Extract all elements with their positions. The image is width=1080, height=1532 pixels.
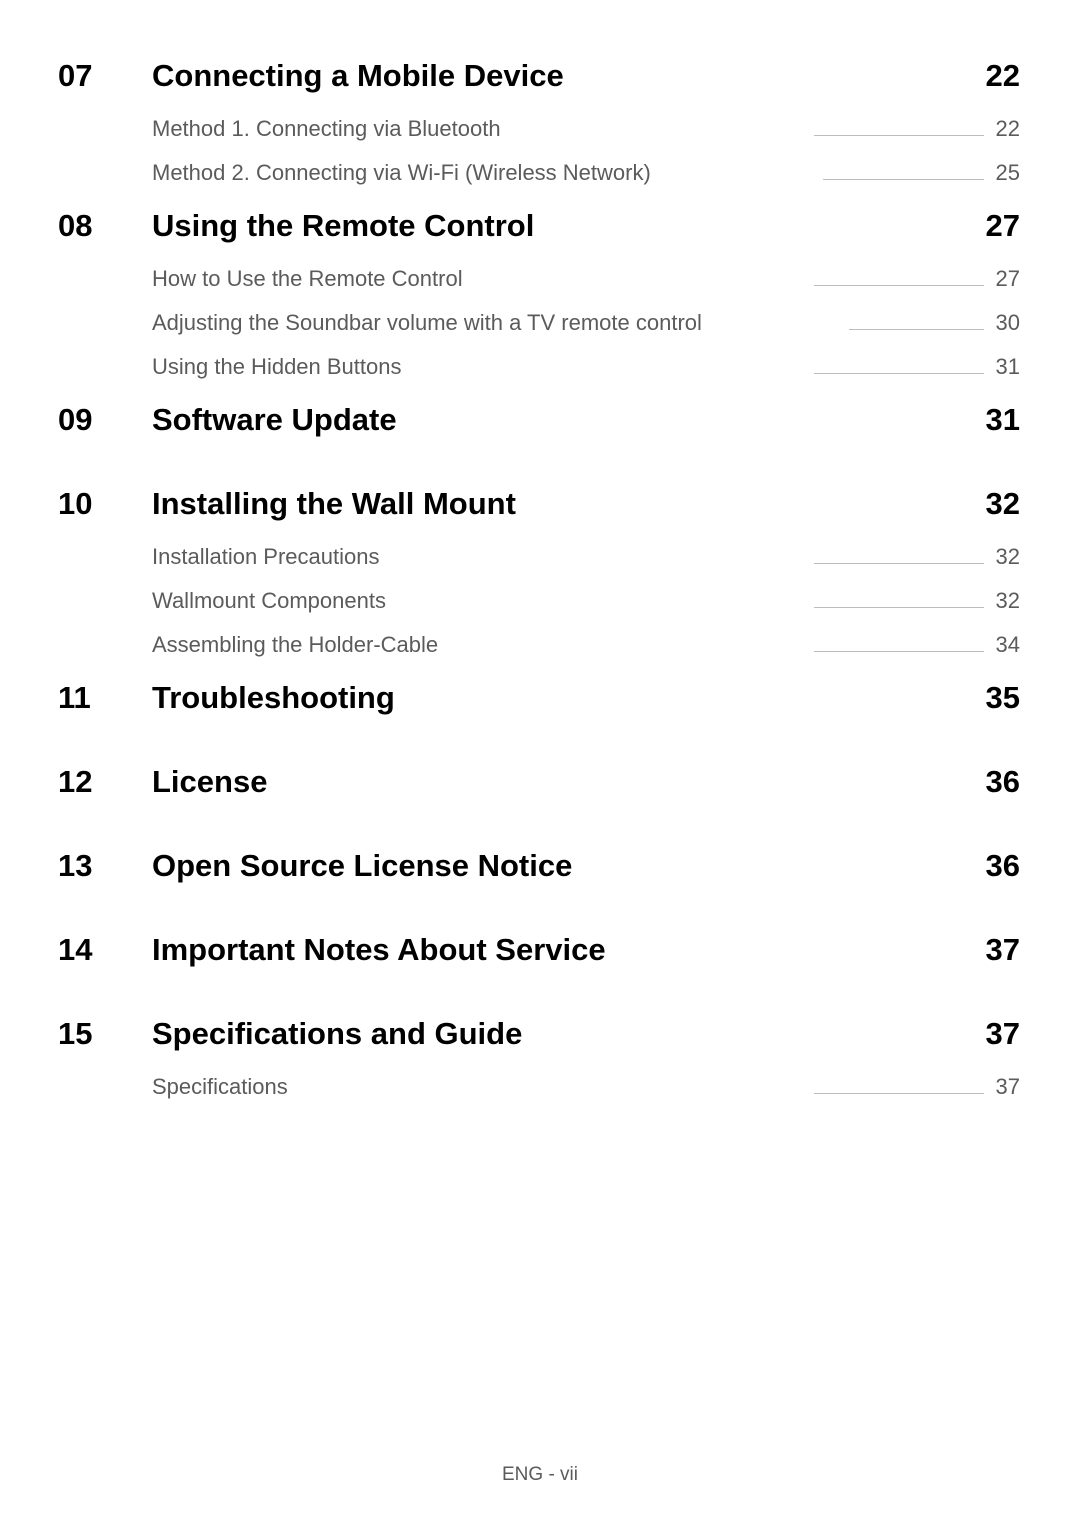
- section-header[interactable]: 07Connecting a Mobile Device22: [58, 58, 1020, 94]
- section-header[interactable]: 12License36: [58, 764, 1020, 800]
- section-title: Using the Remote Control: [152, 208, 986, 244]
- toc-section: 10Installing the Wall Mount32Installatio…: [58, 486, 1020, 658]
- section-page: 37: [986, 1016, 1020, 1052]
- sub-item[interactable]: Specifications 37: [152, 1074, 1020, 1100]
- section-page: 35: [986, 680, 1020, 716]
- section-page: 22: [986, 58, 1020, 94]
- section-header[interactable]: 09Software Update31: [58, 402, 1020, 438]
- sub-item-page: 27: [984, 266, 1020, 292]
- toc-section: 09Software Update31: [58, 402, 1020, 464]
- section-header[interactable]: 14Important Notes About Service37: [58, 932, 1020, 968]
- section-number: 12: [58, 764, 152, 800]
- sub-item-page: 34: [984, 632, 1020, 658]
- sub-item[interactable]: Using the Hidden Buttons 31: [152, 354, 1020, 380]
- leader-line: [849, 329, 984, 330]
- page-footer: ENG - vii: [0, 1464, 1080, 1486]
- section-title: License: [152, 764, 986, 800]
- section-title: Important Notes About Service: [152, 932, 986, 968]
- sub-item-title: Method 2. Connecting via Wi-Fi (Wireless…: [152, 160, 663, 186]
- section-number: 07: [58, 58, 152, 94]
- section-title: Connecting a Mobile Device: [152, 58, 986, 94]
- sub-item[interactable]: Adjusting the Soundbar volume with a TV …: [152, 310, 1020, 336]
- section-number: 09: [58, 402, 152, 438]
- sub-items: Specifications 37: [152, 1074, 1020, 1100]
- leader-line: [814, 135, 984, 136]
- sub-items: Method 1. Connecting via Bluetooth22Meth…: [152, 116, 1020, 186]
- leader-line: [814, 285, 984, 286]
- sub-item-title: Assembling the Holder-Cable: [152, 632, 450, 658]
- sub-item-title: Using the Hidden Buttons: [152, 354, 414, 380]
- section-header[interactable]: 08Using the Remote Control27: [58, 208, 1020, 244]
- sub-item-title: How to Use the Remote Control: [152, 266, 475, 292]
- section-title: Installing the Wall Mount: [152, 486, 986, 522]
- section-number: 13: [58, 848, 152, 884]
- section-header[interactable]: 15Specifications and Guide37: [58, 1016, 1020, 1052]
- sub-item-page: 25: [984, 160, 1020, 186]
- section-page: 36: [986, 764, 1020, 800]
- sub-items: Installation Precautions32Wallmount Comp…: [152, 544, 1020, 658]
- section-title: Specifications and Guide: [152, 1016, 986, 1052]
- section-title: Troubleshooting: [152, 680, 986, 716]
- sub-item-title: Adjusting the Soundbar volume with a TV …: [152, 310, 714, 336]
- section-page: 27: [986, 208, 1020, 244]
- sub-item-page: 32: [984, 588, 1020, 614]
- section-page: 37: [986, 932, 1020, 968]
- section-page: 31: [986, 402, 1020, 438]
- sub-item-page: 37: [984, 1074, 1020, 1100]
- leader-line: [814, 607, 984, 608]
- table-of-contents: 07Connecting a Mobile Device22Method 1. …: [58, 58, 1020, 1100]
- sub-item[interactable]: Assembling the Holder-Cable 34: [152, 632, 1020, 658]
- toc-section: 08Using the Remote Control27How to Use t…: [58, 208, 1020, 380]
- sub-item-page: 30: [984, 310, 1020, 336]
- sub-item-page: 32: [984, 544, 1020, 570]
- sub-item[interactable]: Installation Precautions 32: [152, 544, 1020, 570]
- sub-item[interactable]: Wallmount Components 32: [152, 588, 1020, 614]
- leader-line: [814, 563, 984, 564]
- sub-item[interactable]: Method 2. Connecting via Wi-Fi (Wireless…: [152, 160, 1020, 186]
- section-number: 11: [58, 680, 152, 716]
- leader-line: [814, 373, 984, 374]
- section-page: 32: [986, 486, 1020, 522]
- sub-item-page: 31: [984, 354, 1020, 380]
- sub-item[interactable]: Method 1. Connecting via Bluetooth 22: [152, 116, 1020, 142]
- sub-item-title: Method 1. Connecting via Bluetooth: [152, 116, 513, 142]
- sub-item-title: Installation Precautions: [152, 544, 391, 570]
- sub-item-page: 22: [984, 116, 1020, 142]
- sub-items: How to Use the Remote Control 27 Adjusting…: [152, 266, 1020, 380]
- section-number: 15: [58, 1016, 152, 1052]
- section-number: 10: [58, 486, 152, 522]
- toc-section: 07Connecting a Mobile Device22Method 1. …: [58, 58, 1020, 186]
- section-header[interactable]: 11Troubleshooting35: [58, 680, 1020, 716]
- section-title: Software Update: [152, 402, 986, 438]
- leader-line: [814, 1093, 984, 1094]
- leader-line: [823, 179, 983, 180]
- leader-line: [814, 651, 984, 652]
- toc-section: 14Important Notes About Service37: [58, 932, 1020, 994]
- section-number: 08: [58, 208, 152, 244]
- sub-item-title: Specifications: [152, 1074, 300, 1100]
- section-title: Open Source License Notice: [152, 848, 986, 884]
- section-header[interactable]: 10Installing the Wall Mount32: [58, 486, 1020, 522]
- toc-section: 15Specifications and Guide37Specificatio…: [58, 1016, 1020, 1100]
- section-header[interactable]: 13Open Source License Notice36: [58, 848, 1020, 884]
- section-number: 14: [58, 932, 152, 968]
- toc-section: 12License36: [58, 764, 1020, 826]
- sub-item[interactable]: How to Use the Remote Control 27: [152, 266, 1020, 292]
- sub-item-title: Wallmount Components: [152, 588, 398, 614]
- section-page: 36: [986, 848, 1020, 884]
- toc-section: 11Troubleshooting35: [58, 680, 1020, 742]
- toc-section: 13Open Source License Notice36: [58, 848, 1020, 910]
